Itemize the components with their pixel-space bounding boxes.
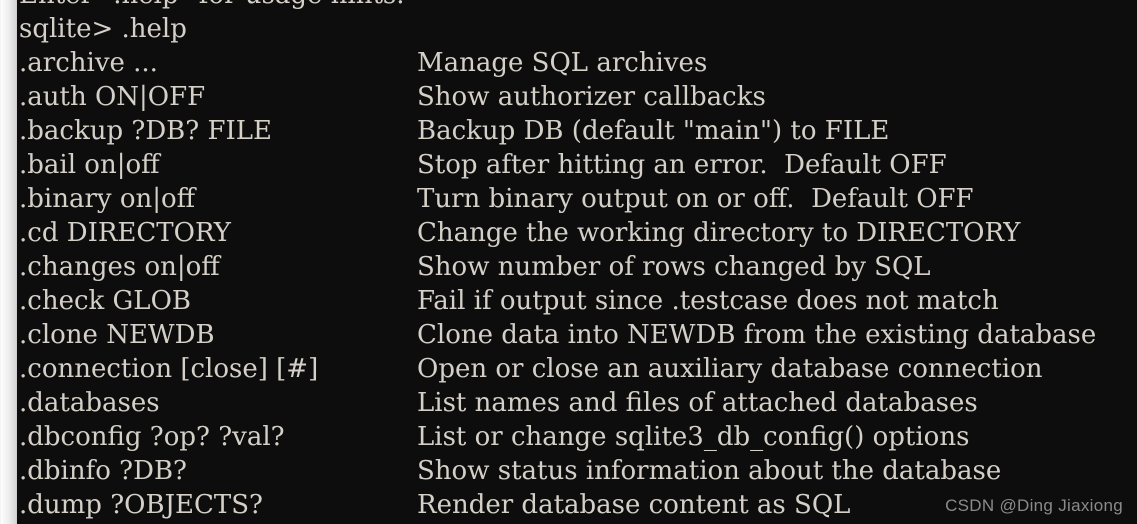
terminal-output-area[interactable]: Enter ".help" for usage hints. sqlite> .h…: [18, 0, 1137, 524]
help-command-name: .dbinfo ?DB?: [19, 456, 187, 486]
help-command-description: Clone data into NEWDB from the existing …: [417, 320, 1097, 350]
help-command-name: .backup ?DB? FILE: [19, 116, 273, 146]
help-command-name: .bail on|off: [19, 150, 160, 180]
help-command-description: List or change sqlite3_db_config() optio…: [417, 422, 970, 452]
help-command-description: Open or close an auxiliary database conn…: [417, 354, 1043, 384]
intro-line: Enter ".help" for usage hints.: [19, 0, 405, 12]
vertical-scrollbar[interactable]: [0, 0, 17, 524]
help-command-name: .dump ?OBJECTS?: [19, 490, 263, 520]
help-command-description: Show authorizer callbacks: [417, 82, 766, 112]
help-command-name: .binary on|off: [19, 184, 196, 214]
help-command-name: .archive ...: [19, 48, 158, 78]
help-command-name: .cd DIRECTORY: [19, 218, 231, 248]
help-command-name: .check GLOB: [19, 286, 191, 316]
help-command-description: Change the working directory to DIRECTOR…: [417, 218, 1021, 248]
help-command-name: .dbconfig ?op? ?val?: [19, 422, 285, 452]
help-command-name: .auth ON|OFF: [19, 82, 206, 112]
help-command-description: Backup DB (default "main") to FILE: [417, 116, 890, 146]
help-command-description: Stop after hitting an error. Default OFF: [417, 150, 947, 180]
help-command-description: Manage SQL archives: [417, 48, 708, 78]
help-command-description: Show number of rows changed by SQL: [417, 252, 931, 282]
help-command-name: .changes on|off: [19, 252, 220, 282]
help-command-description: Fail if output since .testcase does not …: [417, 286, 999, 316]
help-command-description: Render database content as SQL: [417, 490, 851, 520]
terminal-window: Enter ".help" for usage hints. sqlite> .h…: [0, 0, 1137, 524]
help-command-name: .clone NEWDB: [19, 320, 215, 350]
help-command-description: List names and files of attached databas…: [417, 388, 978, 418]
help-command-description: Show status information about the databa…: [417, 456, 1002, 486]
help-command-description: Turn binary output on or off. Default OF…: [417, 184, 974, 214]
help-command-name: .databases: [19, 388, 160, 418]
help-command-name: .connection [close] [#]: [19, 354, 319, 384]
sqlite-prompt-line: sqlite> .help: [19, 14, 187, 44]
scrollbar-thumb[interactable]: [1, 0, 16, 524]
